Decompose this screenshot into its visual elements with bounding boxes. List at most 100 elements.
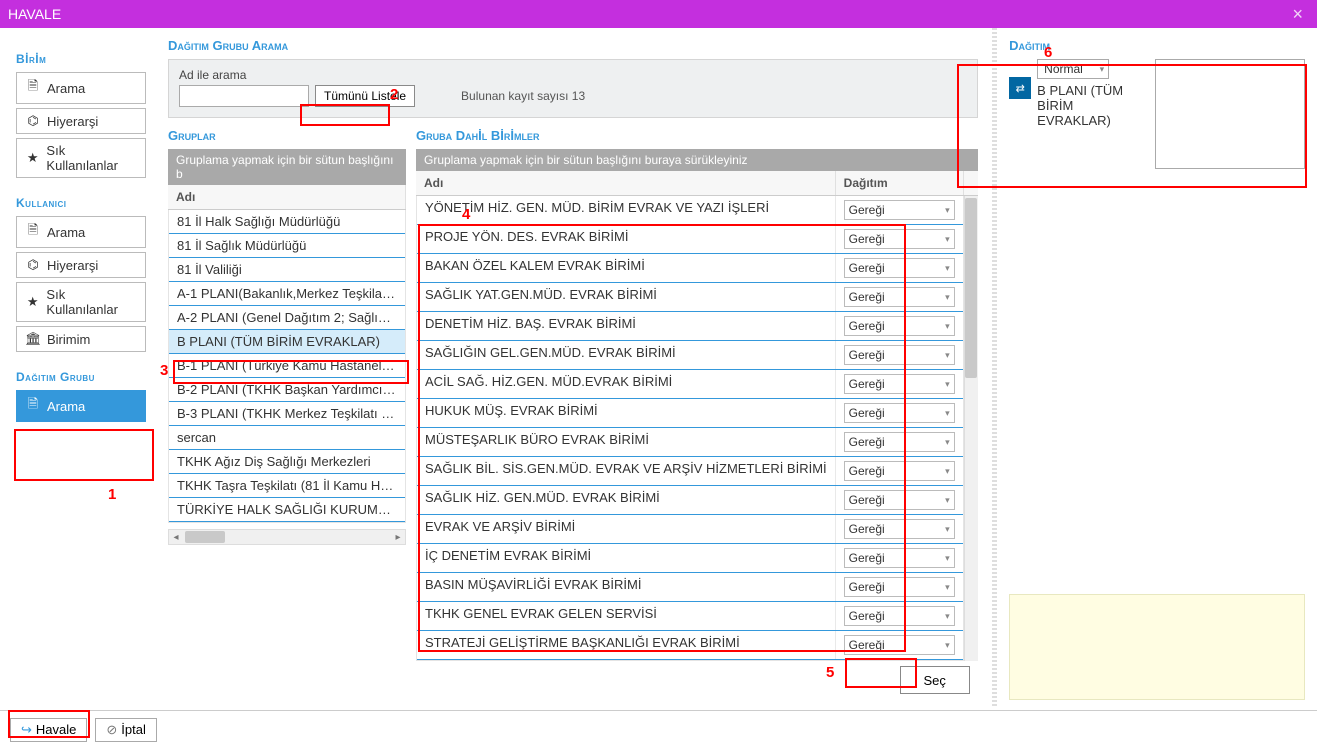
unit-dist-select[interactable]: Gereği (844, 635, 955, 655)
unit-dist-cell: Gereği (835, 428, 963, 456)
iptal-button[interactable]: ⊘ İptal (95, 718, 156, 742)
section-dagitim-grubu-title: Dağıtım Grubu (16, 370, 146, 384)
unit-dist-select[interactable]: Gereği (844, 490, 955, 510)
unit-dist-select[interactable]: Gereği (844, 229, 955, 249)
search-input[interactable] (179, 85, 309, 107)
doc-search-icon: 🗎 (25, 221, 41, 243)
kullanici-arama-button[interactable]: 🗎 Arama (16, 216, 146, 248)
dist-item-name: B PLANI (TÜM BİRİM EVRAKLAR) (1037, 83, 1149, 128)
footer: ↪ Havale ⊘ İptal (0, 710, 1317, 748)
unit-dist-cell: Gereği (835, 312, 963, 340)
unit-dist-select[interactable]: Gereği (844, 287, 955, 307)
unit-row[interactable]: SAĞLIK BİL. SİS.GEN.MÜD. EVRAK VE ARŞİV … (417, 457, 963, 486)
unit-dist-select[interactable]: Gereği (844, 519, 955, 539)
dist-type-select[interactable]: Normal (1037, 59, 1109, 79)
unit-dist-cell: Gereği (835, 341, 963, 369)
birim-sik-button[interactable]: ★ Sık Kullanılanlar (16, 138, 146, 178)
kullanici-birimim-button[interactable]: 🏛 Birimim (16, 326, 146, 352)
dist-transfer-icon[interactable]: ⇄ (1009, 77, 1031, 99)
unit-row[interactable]: BAKAN ÖZEL KALEM EVRAK BİRİMİ Gereği (417, 254, 963, 283)
unit-dist-cell: Gereği (835, 486, 963, 514)
unit-dist-select[interactable]: Gereği (844, 432, 955, 452)
unit-row[interactable]: BASIN MÜŞAVİRLİĞİ EVRAK BİRİMİGereği (417, 573, 963, 602)
group-row[interactable]: 81 İl Valiliği (169, 258, 405, 282)
unit-dist-select[interactable]: Gereği (844, 258, 955, 278)
search-section-title: Dağıtım Grubu Arama (168, 38, 978, 53)
scroll-left-icon[interactable]: ◂ (169, 532, 183, 543)
unit-row[interactable]: MÜSTEŞARLIK BÜRO EVRAK BİRİMİGereği (417, 428, 963, 457)
group-row[interactable]: sercan (169, 426, 405, 450)
unit-dist-select[interactable]: Gereği (844, 403, 955, 423)
cancel-icon: ⊘ (106, 722, 117, 738)
birim-arama-button[interactable]: 🗎 Arama (16, 72, 146, 104)
havale-label: Havale (36, 722, 76, 737)
note-pad[interactable] (1009, 594, 1305, 700)
unit-row[interactable]: SAĞLIĞIN GEL.GEN.MÜD. EVRAK BİRİMİGereği (417, 341, 963, 370)
unit-row[interactable]: HUKUK MÜŞ. EVRAK BİRİMİ Gereği (417, 399, 963, 428)
unit-dist-cell: Gereği (835, 544, 963, 572)
unit-name-cell: YÖNETİM HİZ. GEN. MÜD. BİRİM EVRAK VE YA… (417, 196, 835, 224)
unit-dist-select[interactable]: Gereği (844, 577, 955, 597)
unit-dist-cell: Gereği (835, 515, 963, 543)
group-row[interactable]: A-1 PLANI(Bakanlık,Merkez Teşkilat ve Ba… (169, 282, 405, 306)
group-row[interactable]: A-2 PLANI (Genel Dağıtım 2; Sağlık Bakan… (169, 306, 405, 330)
hierarchy-icon: ⌬ (25, 113, 41, 129)
birim-arama-label: Arama (47, 81, 85, 96)
unit-dist-select[interactable]: Gereği (844, 548, 955, 568)
groups-col-adi[interactable]: Adı (168, 185, 406, 209)
birim-hiyerarsi-button[interactable]: ⌬ Hiyerarşi (16, 108, 146, 134)
dist-type-value: Normal (1044, 62, 1083, 76)
doc-search-icon: 🗎 (25, 395, 41, 417)
unit-row[interactable]: PROJE YÖN. DES. EVRAK BİRİMİGereği (417, 225, 963, 254)
unit-dist-select[interactable]: Gereği (844, 200, 955, 220)
unit-row[interactable]: DENETİM HİZ. BAŞ. EVRAK BİRİMİGereği (417, 312, 963, 341)
unit-dist-select[interactable]: Gereği (844, 461, 955, 481)
select-button[interactable]: Seç (900, 666, 970, 694)
group-row[interactable]: TÜRKİYE HALK SAĞLIĞI KURUMU (B PLANI) (169, 498, 405, 522)
list-all-button[interactable]: Tümünü Listele (315, 85, 415, 107)
havale-button[interactable]: ↪ Havale (10, 718, 87, 742)
unit-row[interactable]: EVRAK VE ARŞİV BİRİMİGereği (417, 515, 963, 544)
units-col-dagitim[interactable]: Dağıtım (836, 171, 964, 195)
group-row[interactable]: B-3 PLANI (TKHK Merkez Teşkilatı Genel D… (169, 402, 405, 426)
close-icon[interactable]: × (1286, 4, 1309, 25)
kullanici-hiyerarsi-button[interactable]: ⌬ Hiyerarşi (16, 252, 146, 278)
unit-row[interactable]: SAĞLIK HİZ. GEN.MÜD. EVRAK BİRİMİGereği (417, 486, 963, 515)
kullanici-birimim-label: Birimim (47, 332, 90, 347)
dagitim-arama-button[interactable]: 🗎 Arama (16, 390, 146, 422)
unit-dist-cell: Gereği (835, 283, 963, 311)
dist-title: Dağıtım (1009, 38, 1305, 53)
kullanici-sik-button[interactable]: ★ Sık Kullanılanlar (16, 282, 146, 322)
scroll-right-icon[interactable]: ▸ (391, 532, 405, 543)
group-row[interactable]: B PLANI (TÜM BİRİM EVRAKLAR) (169, 330, 405, 354)
group-row[interactable]: TKHK Taşra Teşkilatı (81 İl Kamu Hastane… (169, 474, 405, 498)
units-col-adi[interactable]: Adı (416, 171, 836, 195)
group-row[interactable]: B-2 PLANI (TKHK Başkan Yardımcılıklarına… (169, 378, 405, 402)
groups-title: Gruplar (168, 128, 406, 143)
groups-list: 81 İl Halk Sağlığı Müdürlüğü81 İl Sağlık… (168, 210, 406, 523)
groups-h-scroll[interactable]: ◂ ▸ (168, 529, 406, 545)
unit-row[interactable]: YÖNETİM HİZ. GEN. MÜD. BİRİM EVRAK VE YA… (417, 196, 963, 225)
unit-name-cell: BAKAN ÖZEL KALEM EVRAK BİRİMİ (417, 254, 835, 282)
unit-row[interactable]: İÇ DENETİM EVRAK BİRİMİGereği (417, 544, 963, 573)
unit-row[interactable]: ACİL SAĞ. HİZ.GEN. MÜD.EVRAK BİRİMİ Gereğ… (417, 370, 963, 399)
group-row[interactable]: 81 İl Halk Sağlığı Müdürlüğü (169, 210, 405, 234)
group-row[interactable]: B-1 PLANI (Türkiye Kamu Hastaneleri Kuru… (169, 354, 405, 378)
units-v-scroll[interactable] (964, 196, 978, 661)
dagitim-arama-label: Arama (47, 399, 85, 414)
group-row[interactable]: TKHK Ağız Diş Sağlığı Merkezleri (169, 450, 405, 474)
unit-dist-select[interactable]: Gereği (844, 374, 955, 394)
unit-row[interactable]: SAĞLIK YAT.GEN.MÜD. EVRAK BİRİMİGereği (417, 283, 963, 312)
scroll-thumb[interactable] (185, 531, 225, 543)
unit-name-cell: HUKUK MÜŞ. EVRAK BİRİMİ (417, 399, 835, 427)
unit-row[interactable]: TKHK GENEL EVRAK GELEN SERVİSİGereği (417, 602, 963, 631)
unit-name-cell: ACİL SAĞ. HİZ.GEN. MÜD.EVRAK BİRİMİ (417, 370, 835, 398)
scroll-thumb[interactable] (965, 198, 977, 378)
unit-dist-select[interactable]: Gereği (844, 316, 955, 336)
kullanici-arama-label: Arama (47, 225, 85, 240)
unit-dist-select[interactable]: Gereği (844, 345, 955, 365)
unit-row[interactable]: STRATEJİ GELİŞTİRME BAŞKANLIĞI EVRAK BİR… (417, 631, 963, 660)
group-row[interactable]: 81 İl Sağlık Müdürlüğü (169, 234, 405, 258)
unit-dist-select[interactable]: Gereği (844, 606, 955, 626)
dist-note-input[interactable] (1155, 59, 1305, 169)
